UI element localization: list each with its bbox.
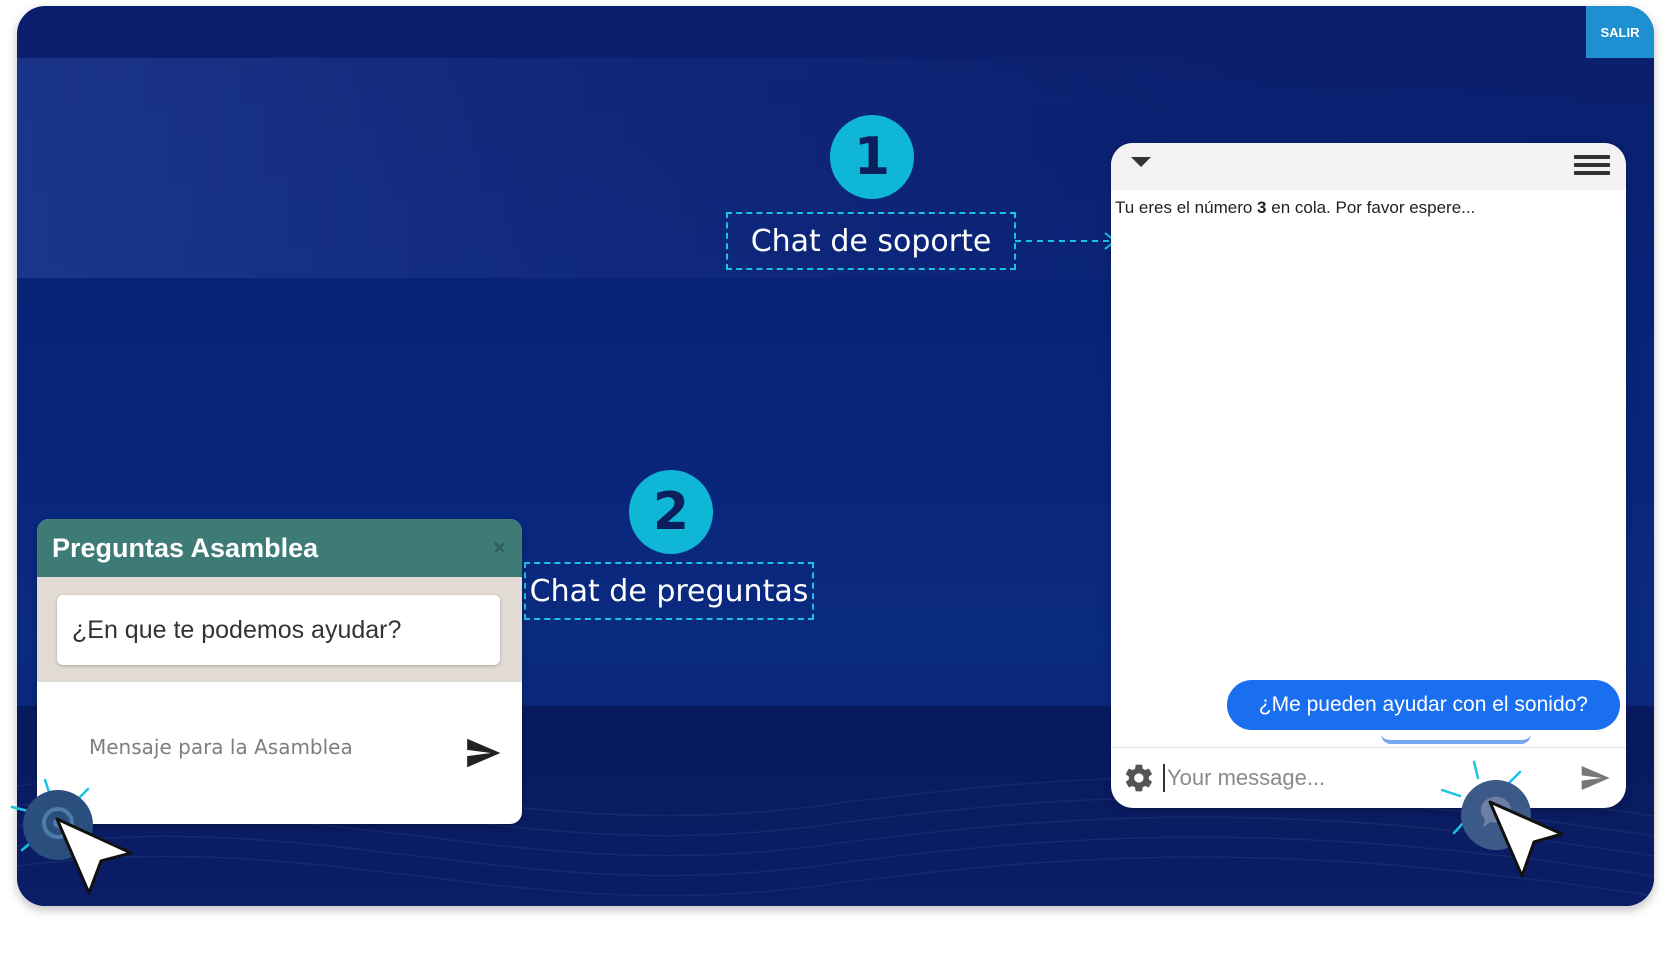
message-bubble-edge <box>1381 734 1531 744</box>
welcome-message: ¿En que te podemos ayudar? <box>57 595 500 665</box>
questions-chat-body: ¿En que te podemos ayudar? <box>37 577 522 682</box>
questions-chat-title: Preguntas Asamblea <box>52 532 319 563</box>
step-number-badge: 2 <box>629 470 713 554</box>
assembly-message-input[interactable] <box>87 734 421 760</box>
support-chat-callout: Chat de soporte <box>726 212 1016 270</box>
hamburger-menu-icon[interactable] <box>1574 151 1610 179</box>
callout-arrow <box>1015 232 1117 250</box>
support-chat-header <box>1111 143 1626 190</box>
questions-chat-header: Preguntas Asamblea × <box>37 519 522 577</box>
questions-chat-callout: Chat de preguntas <box>524 562 814 620</box>
queue-status-prefix: Tu eres el número <box>1115 198 1258 217</box>
queue-status-suffix: en cola. Por favor espere... <box>1266 198 1476 217</box>
mouse-pointer-icon <box>55 817 133 895</box>
send-icon[interactable] <box>1576 762 1614 794</box>
caret-down-icon[interactable] <box>1131 157 1151 167</box>
support-chat-window: Tu eres el número 3 en cola. Por favor e… <box>1111 143 1626 808</box>
gear-icon[interactable] <box>1123 762 1155 794</box>
queue-status: Tu eres el número 3 en cola. Por favor e… <box>1115 198 1475 218</box>
queue-position: 3 <box>1257 198 1267 217</box>
exit-button[interactable]: SALIR <box>1586 6 1654 58</box>
close-icon[interactable]: × <box>493 535 506 561</box>
user-message-bubble: ¿Me pueden ayudar con el sonido? <box>1226 680 1620 730</box>
step-number-badge: 1 <box>830 115 914 199</box>
mouse-pointer-icon <box>1488 800 1564 878</box>
send-icon[interactable] <box>462 734 504 772</box>
